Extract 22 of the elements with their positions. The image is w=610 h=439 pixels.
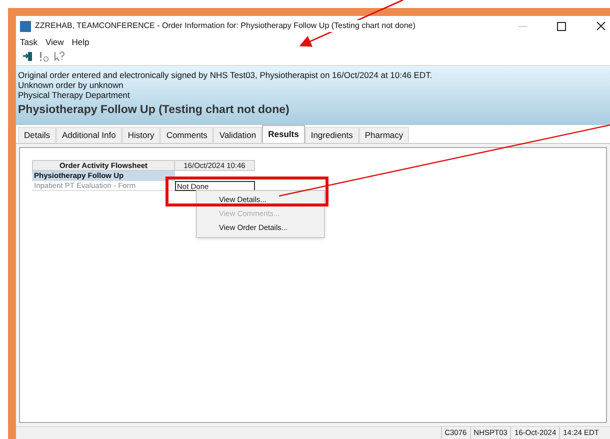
menu-item[interactable]: Task xyxy=(20,36,38,50)
tab[interactable]: Pharmacy xyxy=(358,127,410,144)
header-line: Unknown order by unknown xyxy=(18,80,124,90)
alert-clock-icon[interactable] xyxy=(39,51,49,62)
tab[interactable]: Validation xyxy=(213,127,262,144)
maximize-icon[interactable] xyxy=(557,22,566,31)
menu-item[interactable]: Help xyxy=(72,36,90,50)
app-icon xyxy=(20,20,31,32)
order-title: Physiotherapy Follow Up (Testing chart not done) xyxy=(18,102,290,118)
menu-item[interactable]: View xyxy=(45,36,64,50)
close-icon[interactable] xyxy=(596,21,606,32)
window-title: ZZREHAB, TEAMCONFERENCE - Order Information for: Physiotherapy Follow Up (Testing chart not done) xyxy=(35,20,416,32)
tab[interactable]: History xyxy=(122,127,160,144)
header-line: Original order entered and electronically signed by NHS Test03, Physiotherapist on 16/Oct/2024 at 10:46 EDT. xyxy=(18,70,434,80)
tab[interactable]: Details xyxy=(18,127,56,144)
tab[interactable]: Comments xyxy=(160,127,214,144)
tab[interactable]: Results xyxy=(262,125,305,144)
header-line: Physical Therapy Department xyxy=(18,90,131,100)
tab[interactable]: Ingredients xyxy=(304,127,359,144)
help-pointer-icon[interactable] xyxy=(54,51,65,62)
tab[interactable]: Additional Info xyxy=(56,127,122,144)
exit-icon[interactable] xyxy=(22,51,34,62)
